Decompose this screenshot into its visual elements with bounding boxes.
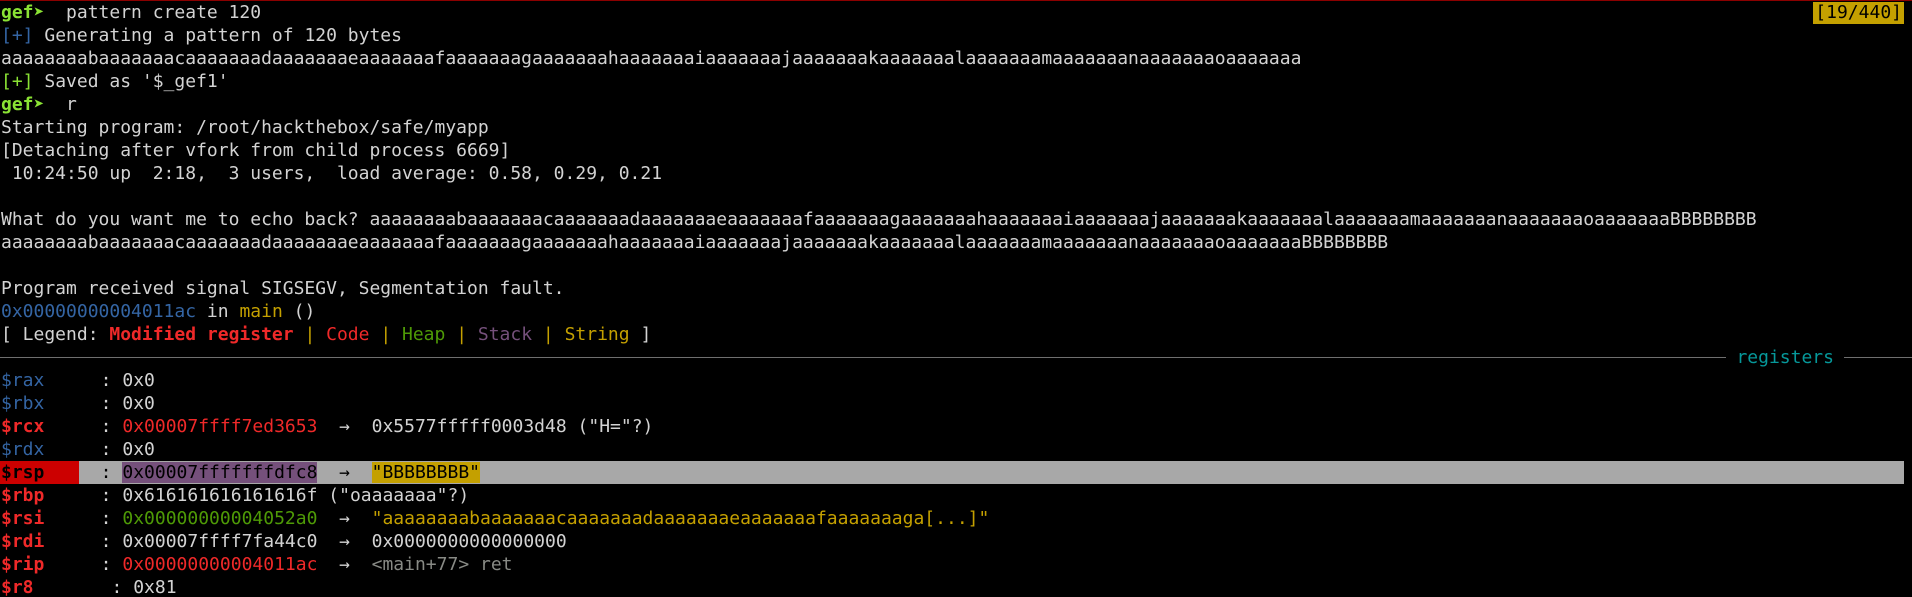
register-sep: :	[79, 485, 123, 506]
register-name: $r8	[1, 577, 34, 597]
register-value: 0x0	[122, 439, 155, 460]
terminal-line-signal: Program received signal SIGSEGV, Segment…	[1, 278, 565, 299]
register-arrow: →	[317, 531, 372, 552]
register-name: $rsp	[0, 461, 79, 484]
terminal-line-generating: [+] Generating a pattern of 120 bytes	[0, 24, 1912, 47]
registers-section-label: registers	[1726, 346, 1844, 369]
register-extra: ("oaaaaaaa"?)	[317, 485, 470, 506]
register-name: $rcx	[1, 416, 45, 437]
register-arrow: →	[317, 462, 372, 483]
legend-separator: |	[532, 324, 565, 345]
legend-open: [ Legend:	[1, 324, 110, 345]
register-row-rbp: $rbp : 0x616161616161616f ("oaaaaaaa"?)	[0, 484, 1912, 507]
register-sep: :	[79, 462, 123, 483]
register-extra: ("H="?)	[566, 416, 654, 437]
register-row-rsp: $rsp : 0x00007fffffffdfc8 → "BBBBBBBB"	[0, 461, 1904, 484]
register-target: "aaaaaaaabaaaaaaacaaaaaaadaaaaaaaeaaaaaa…	[371, 508, 990, 529]
register-target: <main+77> ret	[371, 554, 513, 575]
register-row-rdi: $rdi : 0x00007ffff7fa44c0 → 0x0000000000…	[0, 530, 1912, 553]
register-row-rip: $rip : 0x00000000004011ac → <main+77> re…	[0, 553, 1912, 576]
register-sep: :	[79, 554, 123, 575]
terminal-line-echo-prompt: What do you want me to echo back? aaaaaa…	[1, 209, 1757, 230]
command-text: r	[44, 94, 77, 115]
register-sep: :	[79, 531, 123, 552]
fault-args: ()	[282, 301, 316, 322]
register-sep: :	[79, 577, 134, 597]
register-row-rax: $rax : 0x0	[0, 369, 1912, 392]
success-marker: [+]	[1, 71, 34, 92]
fault-address: 0x00000000004011ac	[1, 301, 197, 322]
register-value: 0x00007ffff7ed3653	[122, 416, 318, 437]
command-text: pattern create 120	[44, 2, 262, 23]
register-target: "BBBBBBBB"	[371, 462, 480, 483]
terminal-window[interactable]: [19/440] gef➤ pattern create 120 [+] Gen…	[0, 0, 1912, 597]
register-name: $rip	[1, 554, 45, 575]
fault-function: main	[239, 301, 283, 322]
register-row-rdx: $rdx : 0x0	[0, 438, 1912, 461]
register-row-rsi: $rsi : 0x00000000004052a0 → "aaaaaaaabaa…	[0, 507, 1912, 530]
legend-close: ]	[629, 324, 652, 345]
register-name: $rax	[1, 370, 45, 391]
register-value: 0x00007ffff7fa44c0	[122, 531, 318, 552]
info-marker: [+]	[1, 25, 34, 46]
gef-prompt: gef➤	[1, 94, 45, 115]
fault-in-text: in	[196, 301, 240, 322]
generating-message: Generating a pattern of 120 bytes	[33, 25, 402, 46]
register-value: 0x00000000004052a0	[122, 508, 318, 529]
gef-prompt: gef➤	[1, 2, 45, 23]
legend-modified-register: Modified register	[109, 324, 294, 345]
register-row-rbx: $rbx : 0x0	[0, 392, 1912, 415]
terminal-line-echo-output: aaaaaaaabaaaaaaacaaaaaaadaaaaaaaeaaaaaaa…	[1, 232, 1389, 253]
register-arrow: →	[317, 508, 372, 529]
register-row-r8: $r8 : 0x81	[0, 576, 1912, 597]
legend-code: Code	[326, 324, 370, 345]
terminal-line-detaching: [Detaching after vfork from child proces…	[1, 140, 511, 161]
legend-separator: |	[369, 324, 402, 345]
terminal-line-starting: Starting program: /root/hackthebox/safe/…	[1, 117, 489, 138]
legend-stack: Stack	[477, 324, 533, 345]
registers-section-header: registers	[0, 346, 1912, 369]
legend-separator: |	[445, 324, 478, 345]
register-name: $rdx	[1, 439, 45, 460]
terminal-line-pattern-command: gef➤ pattern create 120	[0, 1, 1912, 24]
register-target: 0x0000000000000000	[371, 531, 567, 552]
register-value: 0x00000000004011ac	[122, 554, 318, 575]
register-row-rcx: $rcx : 0x00007ffff7ed3653 → 0x5577fffff0…	[0, 415, 1912, 438]
register-sep: :	[79, 439, 123, 460]
terminal-line-uptime: 10:24:50 up 2:18, 3 users, load average:…	[1, 163, 663, 184]
legend-heap: Heap	[402, 324, 446, 345]
register-arrow: →	[317, 554, 372, 575]
register-value: 0x616161616161616f	[122, 485, 318, 506]
terminal-line-run-command: gef➤ r	[0, 93, 1912, 116]
register-name: $rdi	[1, 531, 45, 552]
register-value: 0x0	[122, 370, 155, 391]
register-sep: :	[79, 416, 123, 437]
terminal-line-pattern: aaaaaaaabaaaaaaacaaaaaaadaaaaaaaeaaaaaaa…	[1, 48, 1302, 69]
register-sep: :	[79, 508, 123, 529]
register-value: 0x81	[133, 577, 177, 597]
register-sep: :	[79, 370, 123, 391]
register-name: $rbx	[1, 393, 45, 414]
register-name: $rsi	[1, 508, 45, 529]
scroll-position-indicator: [19/440]	[1813, 2, 1904, 24]
register-arrow: →	[317, 416, 372, 437]
legend-line: [ Legend: Modified register | Code | Hea…	[0, 323, 1912, 346]
register-name: $rbp	[1, 485, 45, 506]
saved-message: Saved as '$_gef1'	[33, 71, 229, 92]
terminal-line-saved: [+] Saved as '$_gef1'	[0, 70, 1912, 93]
legend-string: String	[564, 324, 630, 345]
register-target: 0x5577fffff0003d48	[371, 416, 567, 437]
register-value: 0x0	[122, 393, 155, 414]
register-value: 0x00007fffffffdfc8	[122, 462, 318, 483]
legend-separator: |	[293, 324, 327, 345]
section-divider	[0, 357, 1912, 358]
terminal-line-fault-location: 0x00000000004011ac in main ()	[0, 300, 1912, 323]
register-sep: :	[79, 393, 123, 414]
